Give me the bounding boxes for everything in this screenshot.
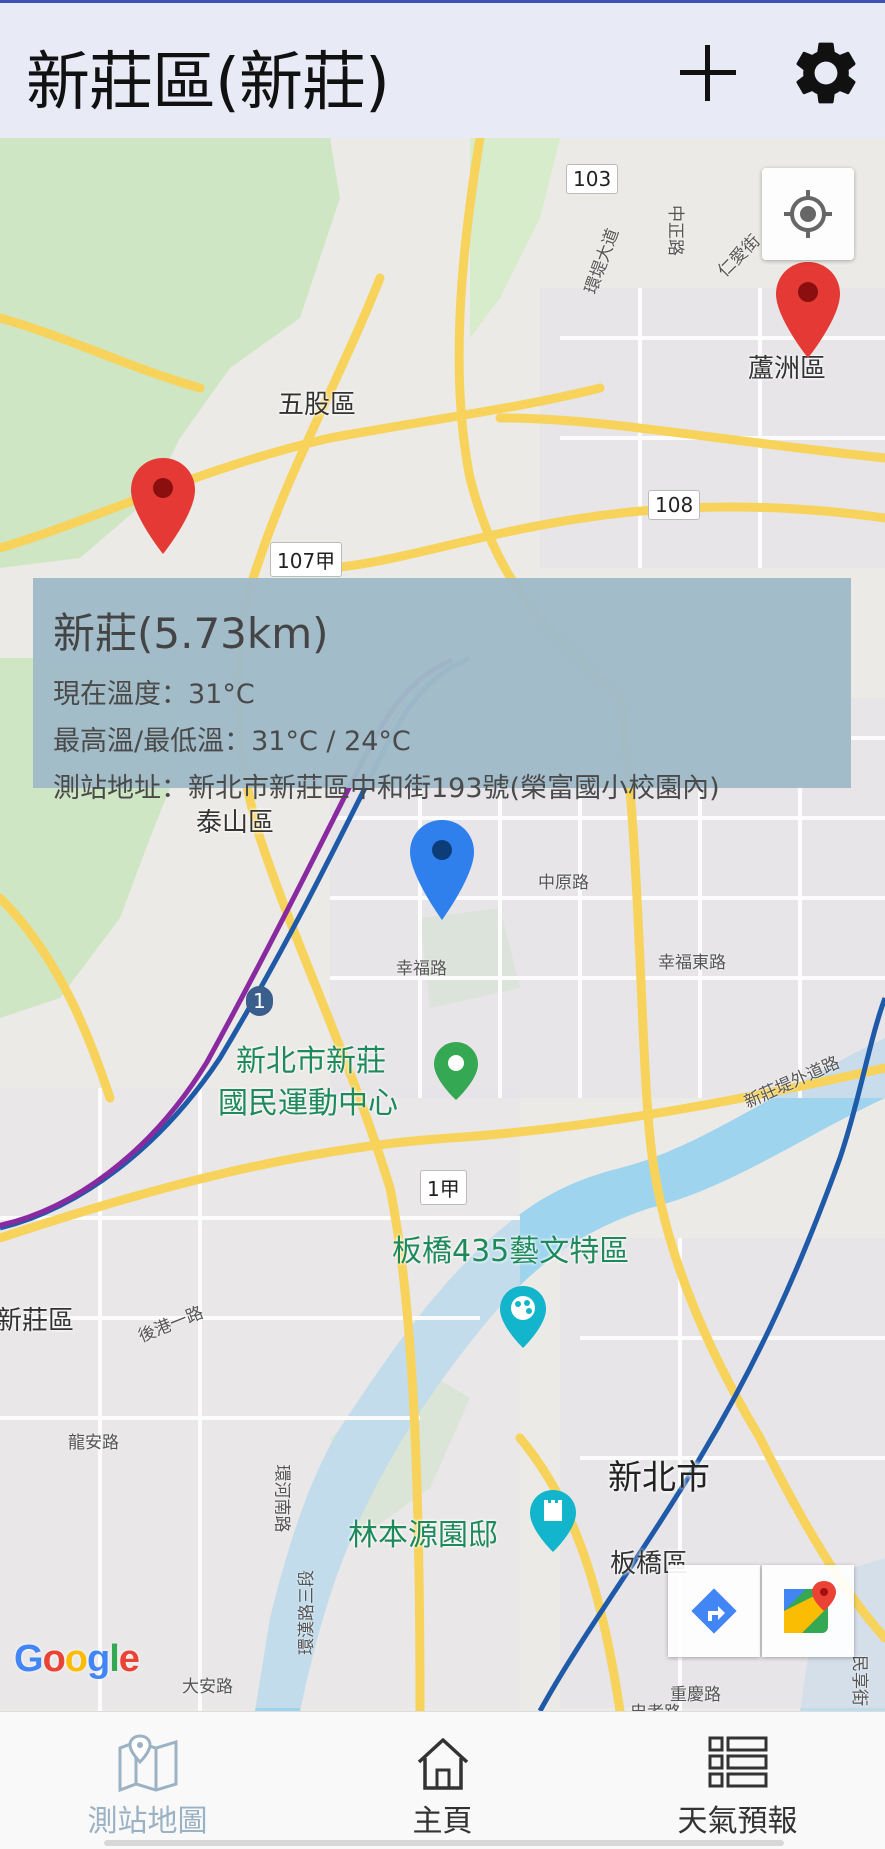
info-current-temp: 現在溫度：31°C [53, 679, 255, 710]
road-shield: 1甲 [420, 1170, 467, 1205]
poi-label-sports-center-1: 新北市新莊 [236, 1044, 386, 1079]
city-label: 新北市 [608, 1458, 710, 1498]
tab-weather-forecast[interactable]: 天氣預報 [590, 1712, 885, 1849]
info-high-low: 最高溫/最低溫：31°C / 24°C [53, 726, 411, 757]
road-label: 龍安路 [68, 1433, 119, 1453]
list-icon [708, 1736, 768, 1788]
poi-label-sports-center-2: 國民運動中心 [218, 1086, 398, 1121]
road-label: 幸福東路 [658, 953, 726, 973]
map-view[interactable]: 五股區 蘆洲區 新莊區 板橋區 泰山區 新北市 新北市新莊 國民運動中心 板橋4… [0, 138, 885, 1711]
bottom-navigation: 測站地圖 主頁 天氣預報 [0, 1711, 885, 1849]
road-label: 中原路 [538, 873, 589, 893]
poi-pin-icon[interactable] [434, 1042, 478, 1100]
road-label: 大安路 [182, 1677, 233, 1697]
road-label: 民享街 [849, 1655, 869, 1706]
gear-icon [796, 42, 856, 104]
road-label: 環河南路 [271, 1464, 292, 1533]
google-logo: Google [14, 1638, 140, 1680]
station-marker-taishan[interactable] [131, 458, 195, 554]
district-label-xinzhuang: 新莊區 [0, 1306, 75, 1336]
directions-icon [691, 1588, 737, 1634]
app-root: 新莊區(新莊) 五股區 蘆洲區 新莊區 板橋區 泰山區 新北市 新北市新莊 國民… [0, 0, 885, 1849]
road-shield: 108 [648, 490, 701, 520]
station-marker-xinzhuang-selected[interactable] [410, 820, 474, 920]
gesture-bar [104, 1840, 784, 1846]
home-icon [417, 1738, 469, 1790]
info-title: 新莊(5.73km) [53, 609, 329, 658]
open-google-maps-button[interactable] [762, 1565, 854, 1657]
tab-home[interactable]: 主頁 [295, 1712, 590, 1849]
google-maps-icon [784, 1581, 836, 1633]
settings-button[interactable] [788, 35, 864, 111]
road-label: 中正路 [665, 205, 685, 256]
app-header: 新莊區(新莊) [0, 0, 885, 138]
my-location-button[interactable] [762, 168, 854, 260]
plus-icon [680, 45, 736, 101]
poi-label-art-district: 板橋435藝文特區 [392, 1234, 630, 1269]
road-label: 環漢路三段 [297, 1570, 317, 1655]
tab-station-map[interactable]: 測站地圖 [0, 1712, 295, 1849]
tab-label: 測站地圖 [87, 1804, 208, 1839]
palette-pin-icon[interactable] [500, 1286, 546, 1348]
road-shield: 103 [566, 164, 619, 194]
poi-label-lin-garden: 林本源園邸 [348, 1518, 498, 1553]
district-label-wugu: 五股區 [278, 390, 357, 420]
road-shield: 107甲 [270, 542, 343, 577]
tab-label: 天氣預報 [677, 1804, 798, 1839]
crosshair-icon [784, 190, 832, 238]
road-shield: 1 [246, 986, 273, 1016]
station-marker-luzhou[interactable] [776, 262, 840, 358]
road-label: 忠孝路 [630, 1698, 681, 1711]
road-label: 幸福路 [396, 959, 447, 979]
castle-pin-icon[interactable] [530, 1490, 576, 1552]
info-address: 測站地址：新北市新莊區中和街193號(榮富國小校園內) [53, 773, 720, 804]
add-button[interactable] [670, 35, 746, 111]
directions-button[interactable] [668, 1565, 760, 1657]
tab-label: 主頁 [412, 1804, 473, 1839]
station-info-window[interactable]: 新莊(5.73km) 現在溫度：31°C 最高溫/最低溫：31°C / 24°C… [33, 578, 851, 804]
page-title: 新莊區(新莊) [26, 46, 390, 120]
map-pin-icon [118, 1734, 178, 1792]
